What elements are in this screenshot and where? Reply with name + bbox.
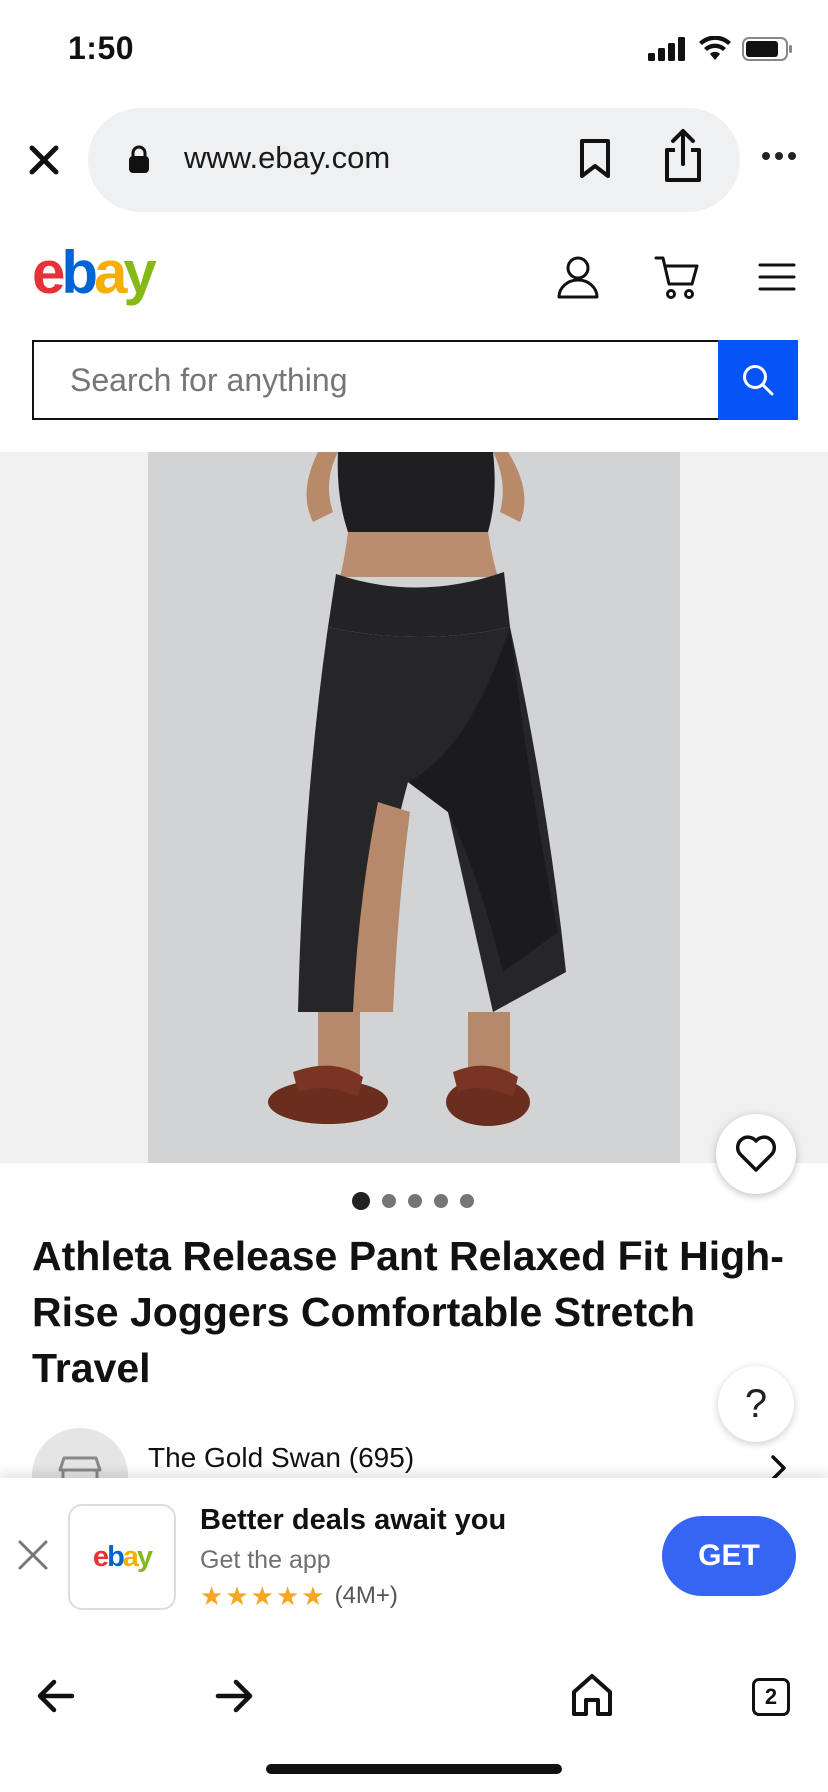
tabs-button[interactable]: 2 [752,1678,790,1716]
home-indicator [266,1764,562,1774]
battery-icon [742,37,792,61]
close-icon [29,145,59,175]
home-icon[interactable] [570,1672,614,1718]
status-bar: 1:50 [0,0,828,100]
share-icon[interactable] [662,128,704,184]
star-icon: ★ [200,1581,224,1611]
star-icon: ★ [225,1581,249,1611]
product-gallery[interactable] [0,452,828,1163]
browser-bar: www.ebay.com [0,108,828,212]
search-row [32,340,798,420]
wifi-icon [699,36,731,60]
url-text: www.ebay.com [184,140,391,175]
get-app-button[interactable]: GET [662,1516,796,1596]
gallery-dot[interactable] [408,1194,422,1208]
app-download-banner: ebay Better deals await you Get the app … [0,1478,828,1638]
search-button[interactable] [718,340,798,420]
status-icons [648,36,794,62]
gallery-dot[interactable] [352,1192,370,1210]
gallery-dot[interactable] [434,1194,448,1208]
product-image[interactable] [148,452,680,1163]
close-browser-button[interactable] [22,138,66,182]
product-title: Athleta Release Pant Relaxed Fit High-Ri… [32,1233,784,1391]
star-icon: ★ [275,1581,300,1611]
lock-icon [129,145,149,173]
browser-toolbar: 2 [0,1638,828,1762]
add-to-watchlist-button[interactable] [716,1114,796,1194]
status-time: 1:50 [68,30,135,66]
heart-icon [735,1135,777,1172]
signal-icon [648,37,685,61]
ebay-logo[interactable]: ebay [32,238,157,307]
user-account-icon[interactable] [556,254,600,300]
ebay-app-logo: ebay [92,1540,153,1573]
app-rating: ★ ★ ★ ★ ★ (4M+) [200,1582,398,1610]
banner-title: Better deals await you [200,1504,507,1536]
close-banner-icon[interactable] [16,1538,50,1572]
rating-count: (4M+) [334,1582,398,1609]
gallery-pagination-dots [352,1192,474,1210]
star-icon: ★ [250,1581,274,1611]
seller-name[interactable]: The Gold Swan (695) [148,1442,414,1474]
ebay-app-icon: ebay [68,1504,176,1610]
search-input[interactable] [32,340,720,420]
forward-arrow-icon[interactable] [214,1678,254,1714]
hamburger-menu-icon[interactable] [758,262,796,292]
more-options-icon[interactable] [762,152,796,160]
gallery-dot[interactable] [382,1194,396,1208]
cart-icon[interactable] [654,254,700,300]
product-photo-illustration [148,452,680,1163]
site-header: ebay [0,238,828,318]
banner-subtitle: Get the app [200,1546,331,1574]
address-bar[interactable]: www.ebay.com [88,108,740,212]
bookmark-icon[interactable] [578,138,612,180]
seller-row[interactable]: The Gold Swan (695) [0,1420,828,1524]
gallery-dot[interactable] [460,1194,474,1208]
search-icon [743,365,774,396]
star-icon: ★ [301,1581,325,1611]
back-arrow-icon[interactable] [36,1678,76,1714]
